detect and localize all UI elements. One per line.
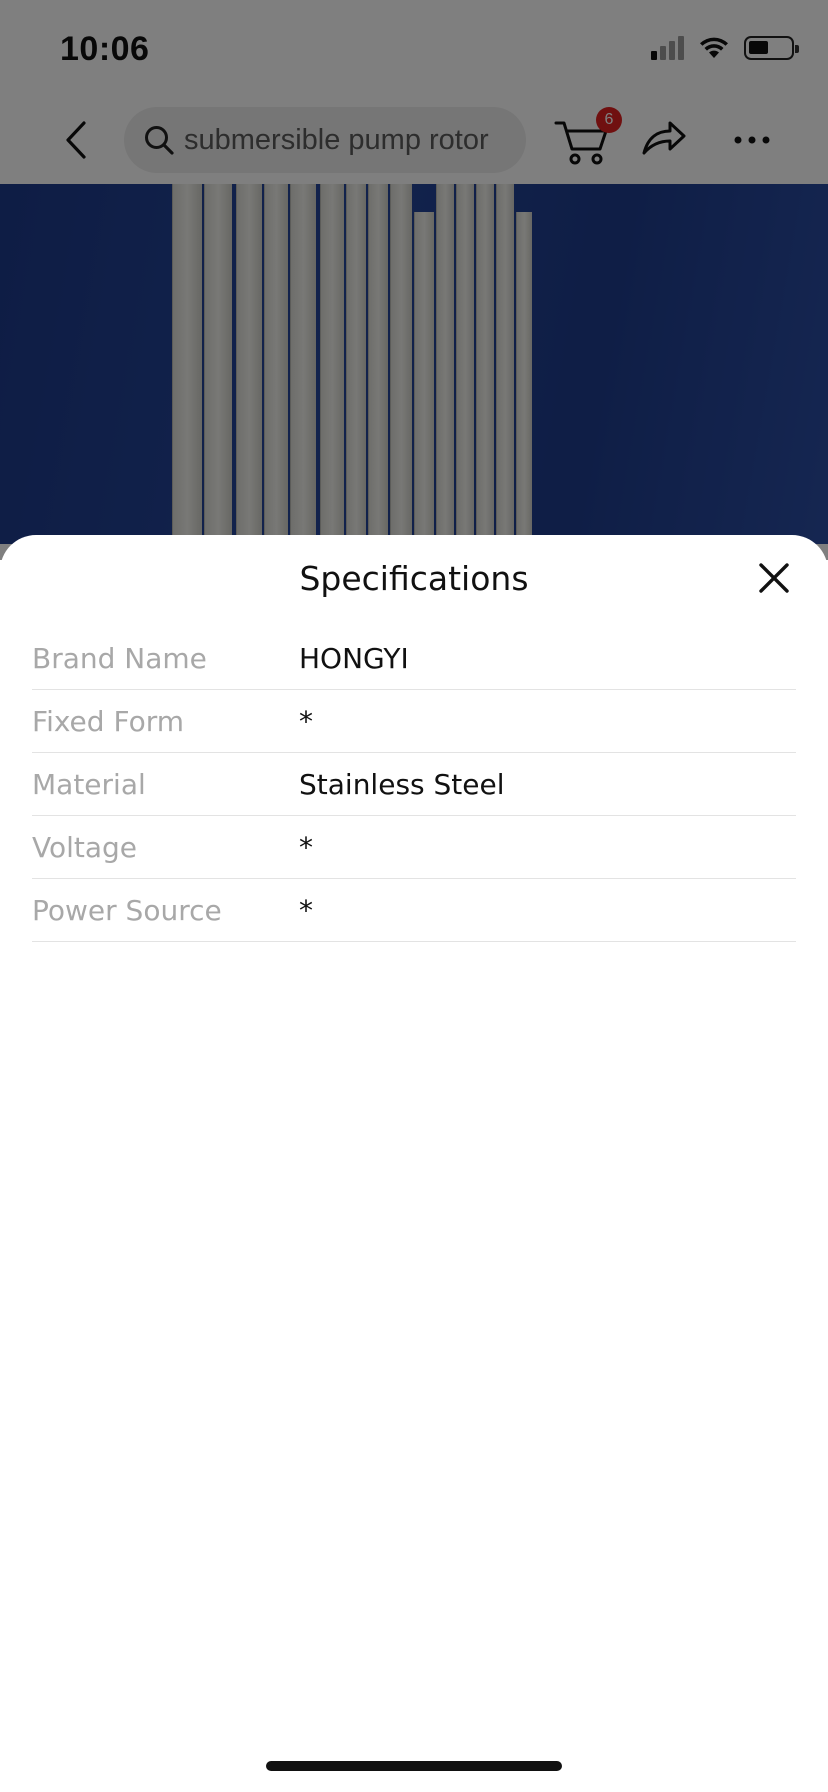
close-icon[interactable] (757, 561, 791, 595)
spec-value: * (299, 893, 313, 927)
spec-row-material: Material Stainless Steel (32, 753, 796, 816)
sheet-title: Specifications (299, 559, 529, 598)
spec-value: * (299, 830, 313, 864)
spec-value: HONGYI (299, 641, 409, 675)
spec-row-fixed-form: Fixed Form * (32, 690, 796, 753)
spec-label: Fixed Form (32, 704, 184, 738)
spec-value: * (299, 704, 313, 738)
specifications-sheet: Specifications Brand Name HONGYI Fixed F… (0, 535, 828, 1792)
spec-label: Voltage (32, 830, 138, 864)
spec-row-brand-name: Brand Name HONGYI (32, 627, 796, 690)
home-indicator[interactable] (266, 1761, 562, 1771)
spec-label: Power Source (32, 893, 222, 927)
spec-label: Brand Name (32, 641, 207, 675)
screen: 10:06 submersible pump (0, 0, 828, 1792)
spec-row-power-source: Power Source * (32, 879, 796, 942)
spec-row-voltage: Voltage * (32, 816, 796, 879)
spec-list: Brand Name HONGYI Fixed Form * Material … (32, 627, 796, 942)
spec-label: Material (32, 767, 146, 801)
modal-backdrop[interactable] (0, 0, 828, 560)
spec-value: Stainless Steel (299, 767, 505, 801)
